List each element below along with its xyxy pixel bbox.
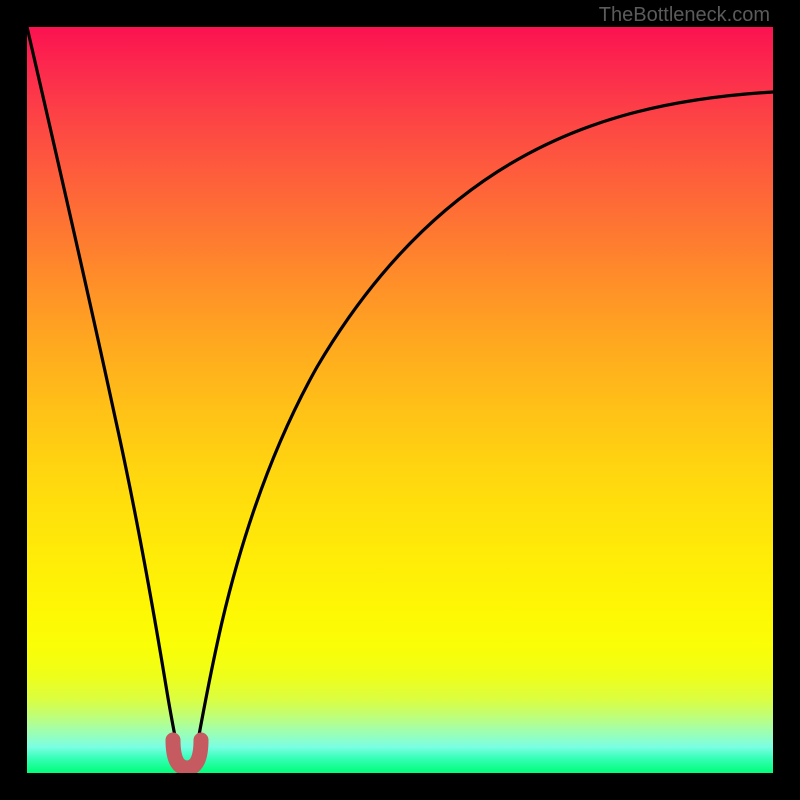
watermark-text: TheBottleneck.com — [599, 4, 770, 27]
bottleneck-curve — [27, 27, 773, 767]
plot-area — [27, 27, 773, 773]
chart-frame: TheBottleneck.com — [0, 0, 800, 800]
optimal-marker — [173, 740, 201, 768]
chart-svg — [27, 27, 773, 773]
